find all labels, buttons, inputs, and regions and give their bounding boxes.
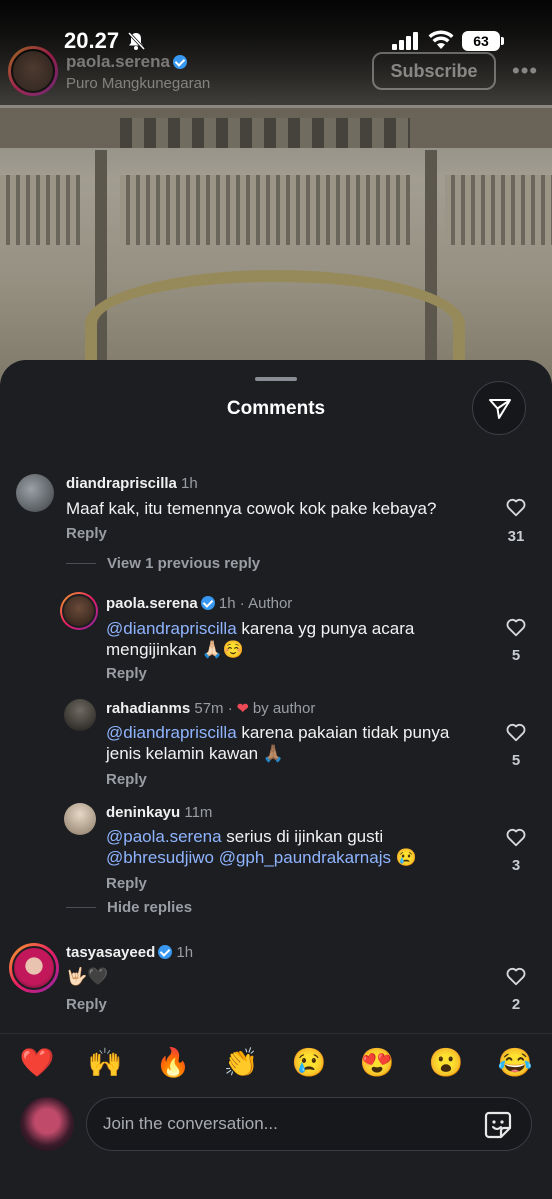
- post-header: paola.serena Puro Mangkunegaran Subscrib…: [0, 44, 552, 100]
- avatar: [20, 1097, 74, 1151]
- view-previous-reply-button[interactable]: View 1 previous reply: [107, 555, 260, 572]
- thread-line: [66, 563, 96, 564]
- post-location[interactable]: Puro Mangkunegaran: [66, 75, 210, 92]
- subscribe-button[interactable]: Subscribe: [372, 52, 496, 90]
- avatar[interactable]: [64, 803, 96, 835]
- comment-username[interactable]: diandrapriscilla 1h: [66, 475, 198, 492]
- heart-icon[interactable]: [505, 496, 527, 518]
- heart-icon[interactable]: [505, 721, 527, 743]
- reply-button[interactable]: Reply: [106, 771, 147, 788]
- like-count: 5: [511, 647, 521, 664]
- post-username[interactable]: paola.serena: [66, 52, 187, 72]
- sheet-grabber[interactable]: [255, 377, 297, 381]
- more-options-icon[interactable]: •••: [512, 58, 538, 84]
- comment-time: 1h: [218, 595, 236, 612]
- mention-link[interactable]: @gph_paundrakarnajs: [219, 848, 391, 867]
- comment-username[interactable]: rahadianms 57m · ❤ by author: [106, 700, 315, 717]
- reply-button[interactable]: Reply: [66, 996, 107, 1013]
- comment-text: @paola.serena serius di ijinkan gusti @bh…: [106, 827, 417, 867]
- comment-time: 11m: [184, 804, 213, 821]
- comment-time: 1h: [181, 475, 198, 492]
- mention-link[interactable]: @paola.serena: [106, 827, 222, 846]
- comment-text: 🤟🏻🖤: [66, 967, 109, 986]
- verified-icon: [200, 596, 215, 610]
- comment-text: @diandrapriscilla karena pakaian tidak p…: [106, 723, 450, 763]
- avatar[interactable]: [9, 943, 59, 993]
- comment-username[interactable]: deninkayu 11m: [106, 804, 212, 821]
- emoji-heart-eyes-button[interactable]: 😍: [359, 1046, 395, 1080]
- comment-username[interactable]: tasyasayeed 1h: [66, 944, 193, 961]
- sticker-icon[interactable]: [483, 1110, 513, 1140]
- emoji-laughing-button[interactable]: 😂: [497, 1046, 533, 1080]
- mention-link[interactable]: @diandrapriscilla: [106, 723, 237, 742]
- emoji-clap-button[interactable]: 👏: [223, 1046, 259, 1080]
- emoji-crying-button[interactable]: 😢: [291, 1046, 327, 1080]
- liked-by-author-icon: ❤: [236, 700, 249, 716]
- send-icon: [489, 399, 511, 419]
- comment-text: Maaf kak, itu temennya cowok kok pake ke…: [66, 499, 437, 518]
- like-count: 5: [511, 752, 521, 769]
- comment-composer: [0, 1091, 552, 1199]
- verified-icon: [158, 945, 173, 959]
- reply-button[interactable]: Reply: [66, 525, 107, 542]
- reply-button[interactable]: Reply: [106, 875, 147, 892]
- sheet-title: Comments: [226, 398, 326, 419]
- heart-icon[interactable]: [505, 826, 527, 848]
- like-count: 3: [511, 857, 521, 874]
- comment-input[interactable]: [103, 1098, 473, 1150]
- mention-link[interactable]: @bhresudjiwo: [106, 848, 214, 867]
- emoji-quick-bar: ❤️ 🙌 🔥 👏 😢 😍 😮 😂: [0, 1033, 552, 1091]
- avatar[interactable]: [16, 474, 54, 512]
- avatar[interactable]: [60, 592, 98, 630]
- emoji-surprised-button[interactable]: 😮: [428, 1046, 464, 1080]
- liked-by-author-label: by author: [252, 700, 316, 717]
- comment-input-wrapper: [86, 1097, 532, 1151]
- emoji-heart-button[interactable]: ❤️: [19, 1046, 55, 1080]
- comment-text: @diandrapriscilla karena yg punya acara …: [106, 619, 415, 659]
- emoji-raised-hands-button[interactable]: 🙌: [87, 1046, 123, 1080]
- comment-username[interactable]: paola.serena 1h · Author: [106, 595, 292, 612]
- like-count: 31: [507, 528, 525, 545]
- emoji-fire-button[interactable]: 🔥: [155, 1046, 191, 1080]
- avatar[interactable]: [8, 46, 58, 96]
- reply-button[interactable]: Reply: [106, 665, 147, 682]
- author-badge: Author: [248, 595, 293, 612]
- thread-line: [66, 907, 96, 908]
- avatar[interactable]: [64, 699, 96, 731]
- verified-icon: [172, 55, 187, 69]
- hide-replies-button[interactable]: Hide replies: [107, 899, 192, 916]
- share-button[interactable]: [472, 381, 526, 435]
- heart-icon[interactable]: [505, 965, 527, 987]
- mention-link[interactable]: @diandrapriscilla: [106, 619, 237, 638]
- heart-icon[interactable]: [505, 616, 527, 638]
- like-count: 2: [511, 996, 521, 1013]
- comment-time: 1h: [176, 944, 194, 961]
- comment-time: 57m: [194, 700, 224, 717]
